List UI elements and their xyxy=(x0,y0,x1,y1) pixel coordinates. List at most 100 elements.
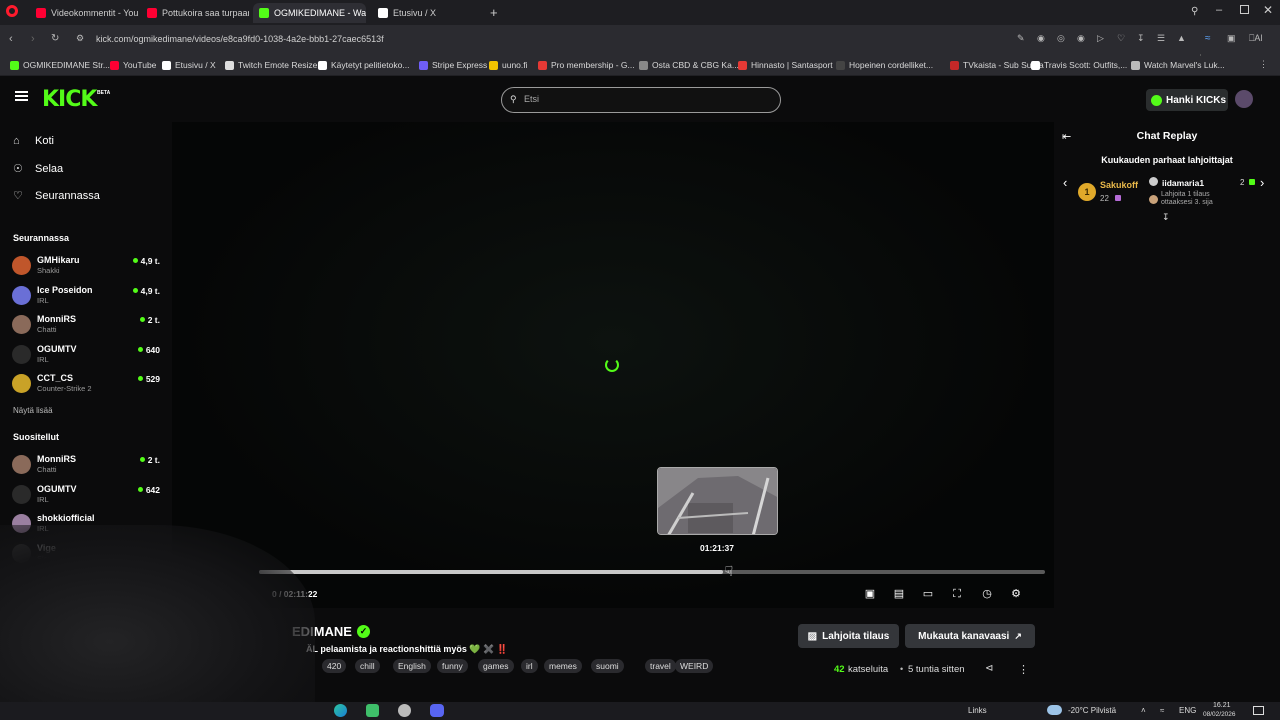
kick-logo[interactable]: KICK xyxy=(42,87,97,112)
play-icon[interactable]: ▷ xyxy=(1097,33,1104,44)
gift-sub-button[interactable]: ▨ Lahjoita tilaus xyxy=(798,624,899,648)
bookmark-item[interactable]: Stripe Express xyxy=(419,60,487,70)
url-text[interactable]: kick.com/ogmikedimane/videos/e8ca9fd0-10… xyxy=(96,34,384,44)
heart-bookmark-icon[interactable]: ♡ xyxy=(1117,33,1125,44)
channel-item[interactable]: Ice Poseidon IRL 4,9 t. xyxy=(12,284,162,310)
plus-icon[interactable]: + xyxy=(490,5,498,20)
discord-icon[interactable] xyxy=(430,704,444,717)
browser-tab[interactable]: Etusivu / X xyxy=(372,3,480,23)
site-info-icon[interactable]: ⚙ xyxy=(76,33,84,44)
stream-tag[interactable]: suomi xyxy=(591,659,624,673)
reload-icon[interactable]: ↻ xyxy=(51,33,59,44)
speed-icon[interactable]: ◷ xyxy=(980,587,994,601)
menu-list-icon[interactable]: ☰ xyxy=(1157,33,1165,44)
bookmark-item[interactable]: Travis Scott: Outfits,... xyxy=(1031,60,1127,70)
cube-icon[interactable]: ▣ xyxy=(1227,33,1236,44)
bookmark-item[interactable]: Watch Marvel's Luk... xyxy=(1131,60,1225,70)
bookmark-item[interactable]: Hinnasto | Santasport xyxy=(738,60,833,70)
channel-item[interactable]: OGUMTV IRL 640 xyxy=(12,343,162,369)
weather-text[interactable]: -20°C Pilvistä xyxy=(1068,706,1116,715)
clip-icon[interactable]: ▤ xyxy=(892,587,906,601)
fullscreen-icon[interactable]: ⛶ xyxy=(950,587,964,601)
app-icon[interactable] xyxy=(366,704,379,717)
sidebar-item-home[interactable]: ⌂ Koti xyxy=(13,135,54,147)
browser-tab[interactable]: OGMIKEDIMANE - Watch xyxy=(253,3,366,23)
edge-icon[interactable] xyxy=(334,704,347,717)
channel-item[interactable]: OGUMTV IRL 642 xyxy=(12,483,162,509)
language-indicator[interactable]: ENG xyxy=(1179,706,1196,715)
sidebar-item-following[interactable]: ♡ Seurannassa xyxy=(13,189,100,203)
bookmark-item[interactable]: YouTube xyxy=(110,60,156,70)
vpn-icon[interactable]: ≈ xyxy=(1205,33,1211,44)
notifications-icon[interactable] xyxy=(1253,706,1264,715)
bookmark-item[interactable]: Pro membership - G... xyxy=(538,60,635,70)
channel-item[interactable]: CCT_CS Counter-Strike 2 529 xyxy=(12,372,162,398)
chevron-right-icon[interactable]: › xyxy=(1260,175,1264,190)
steam-icon[interactable] xyxy=(398,704,411,717)
stream-tag[interactable]: games xyxy=(478,659,514,673)
browser-tab[interactable]: Pottukoira saa turpaan Pa xyxy=(141,3,249,23)
theater-mode-icon[interactable]: ▭ xyxy=(921,587,935,601)
chevron-left-icon[interactable]: ‹ xyxy=(1063,175,1067,190)
minimize-icon[interactable]: – xyxy=(1216,4,1222,16)
bookmark-item[interactable]: uuno.fi xyxy=(489,60,528,70)
progress-bar[interactable] xyxy=(259,570,1045,574)
gifter-name[interactable]: Sakukoff xyxy=(1100,180,1138,190)
customize-channel-button[interactable]: Mukauta kanavaasi ↗ xyxy=(905,624,1035,648)
user-avatar[interactable] xyxy=(1235,90,1253,108)
links-toolbar[interactable]: Links xyxy=(968,706,987,715)
network-icon[interactable]: ≈ xyxy=(1160,706,1164,715)
stream-tag[interactable]: WEIRD xyxy=(675,659,714,673)
stream-tag[interactable]: memes xyxy=(544,659,582,673)
miniplayer-icon[interactable]: ▣ xyxy=(863,587,877,601)
search-tabs-icon[interactable]: ⚲ xyxy=(1191,6,1198,17)
maximize-icon[interactable] xyxy=(1240,5,1249,14)
bookmark-item[interactable]: Etusivu / X xyxy=(162,60,216,70)
channel-name: OGUMTV xyxy=(37,343,77,354)
bookmark-item[interactable]: Osta CBD & CBG Ka... xyxy=(639,60,739,70)
stream-tag[interactable]: funny xyxy=(437,659,468,673)
share-icon[interactable]: ⊲ xyxy=(985,663,993,674)
more-bookmarks-icon[interactable]: ⋮ xyxy=(1259,59,1268,70)
following-section-title: Seurannassa xyxy=(13,233,70,243)
forward-icon[interactable]: › xyxy=(31,33,35,45)
channel-name: OGUMTV xyxy=(37,483,77,494)
stream-tag[interactable]: English xyxy=(393,659,431,673)
gifter-name[interactable]: iidamaria1 xyxy=(1162,178,1204,188)
channel-item[interactable]: MonniRS Chatti 2 t. xyxy=(12,313,162,339)
clock-date[interactable]: 08/02/2026 xyxy=(1203,711,1236,718)
sidebar-item-browse[interactable]: ☉ Selaa xyxy=(13,162,63,176)
bookmark-item[interactable]: Käytetyt pelitietoko... xyxy=(318,60,409,70)
download-icon[interactable]: ↧ xyxy=(1137,33,1145,44)
lock-icon[interactable]: ▲ xyxy=(1177,33,1186,43)
stream-tag[interactable]: 420 xyxy=(322,659,347,673)
show-more-link[interactable]: Näytä lisää xyxy=(13,406,53,415)
edit-icon[interactable]: ✎ xyxy=(1017,33,1025,44)
opera-logo-icon[interactable] xyxy=(6,5,18,17)
clock-time[interactable]: 16.21 xyxy=(1213,702,1231,709)
bookmark-item[interactable]: Hopeinen cordelliket... xyxy=(836,60,933,70)
get-kicks-button[interactable]: Hanki KICKs xyxy=(1146,89,1228,111)
expand-down-icon[interactable]: ↧ xyxy=(1162,212,1170,223)
hamburger-menu-icon[interactable] xyxy=(15,91,28,101)
bookmark-item[interactable]: Twitch Emote Resizer xyxy=(225,60,320,70)
bookmark-item[interactable]: TVkaista - Sub Suora xyxy=(950,60,1044,70)
stream-tag[interactable]: chill xyxy=(355,659,380,673)
ai-icon[interactable]: ⎕Al xyxy=(1249,33,1262,44)
close-icon[interactable]: ✕ xyxy=(1263,3,1273,17)
settings-gear-icon[interactable]: ⚙ xyxy=(1009,587,1023,601)
tray-chevron-icon[interactable]: ˄ xyxy=(1141,706,1146,715)
channel-item[interactable]: GMHikaru Shakki 4,9 t. xyxy=(12,254,162,280)
browser-tab[interactable]: Videokommentit - YouTub xyxy=(30,3,138,23)
back-icon[interactable]: ‹ xyxy=(9,33,13,45)
stream-tag[interactable]: travel xyxy=(645,659,676,673)
bookmark-item[interactable]: OGMIKEDIMANE Str... xyxy=(10,60,110,70)
channel-item[interactable]: MonniRS Chatti 2 t. xyxy=(12,453,162,479)
video-player[interactable]: 01:21:37 ☟ 0 / 02:11:22 ▣ ▤ ▭ ⛶ ◷ ⚙ xyxy=(172,122,1054,608)
camera-icon[interactable]: ◉ xyxy=(1037,33,1045,44)
stream-tag[interactable]: irl xyxy=(521,659,538,673)
more-options-icon[interactable]: ⋮ xyxy=(1018,663,1029,676)
extension-icon[interactable]: ◎ xyxy=(1057,33,1065,44)
adblock-icon[interactable]: ◉ xyxy=(1077,33,1085,44)
search-input[interactable] xyxy=(524,94,764,104)
